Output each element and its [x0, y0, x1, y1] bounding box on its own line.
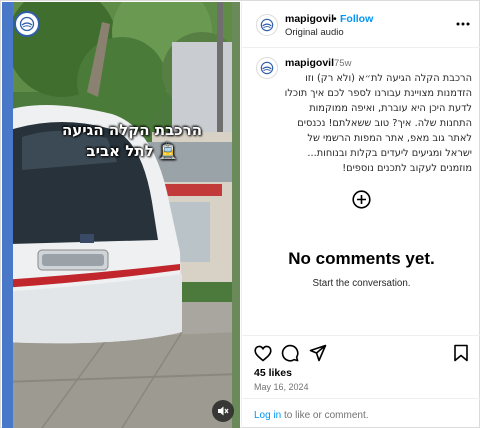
post-media[interactable]: הרכבת הקלה הגיעה 🚊 לתל אביב	[2, 2, 240, 428]
video-caption-overlay: הרכבת הקלה הגיעה 🚊 לתל אביב	[32, 120, 232, 162]
login-prompt: Log in to like or comment.	[242, 398, 480, 428]
share-button[interactable]	[308, 343, 328, 363]
share-icon	[309, 344, 327, 362]
post-header: mapigovil • Follow Original audio	[242, 2, 480, 48]
post-caption: mapigovil 75w הרכבת הקלה הגיעה לת״א (ולא…	[242, 49, 480, 209]
heart-icon	[254, 345, 272, 362]
save-button[interactable]	[451, 343, 471, 363]
comment-icon	[281, 344, 299, 362]
avatar[interactable]	[256, 57, 278, 79]
bookmark-icon	[454, 344, 468, 362]
login-link[interactable]: Log in	[254, 410, 281, 421]
avatar[interactable]	[256, 14, 278, 36]
post-details-panel: mapigovil • Follow Original audio mapigo…	[241, 2, 480, 428]
post-actions: 45 likes May 16, 2024 Log in to like or …	[242, 335, 480, 427]
overlay-line-1: הרכבת הקלה הגיעה	[61, 121, 203, 139]
like-button[interactable]	[253, 343, 273, 363]
login-rest-text: to like or comment.	[281, 410, 369, 421]
start-conversation-text: Start the conversation.	[312, 278, 411, 289]
no-comments-title: No comments yet.	[288, 249, 435, 268]
separator-dot: •	[333, 13, 337, 25]
caption-username[interactable]: mapigovil	[285, 57, 334, 69]
more-horizontal-icon	[456, 22, 470, 26]
tram-photo	[2, 2, 240, 428]
brand-logo-icon	[260, 61, 274, 75]
speaker-muted-icon	[218, 406, 229, 416]
overlay-line-2: 🚊 לתל אביב	[86, 142, 178, 160]
audio-label[interactable]: Original audio	[285, 27, 344, 38]
video-edge-band	[2, 2, 13, 428]
brand-logo-icon	[260, 18, 274, 32]
follow-button[interactable]: Follow	[340, 13, 373, 25]
caption-text: הרכבת הקלה הגיעה לת״א (ולא רק) וזו הזדמנ…	[284, 73, 472, 174]
plus-circle-icon	[352, 190, 371, 209]
post-timestamp[interactable]: 75w	[334, 58, 351, 69]
post-date[interactable]: May 16, 2024	[254, 382, 309, 392]
header-username[interactable]: mapigovil	[285, 13, 334, 25]
post-frame: הרכבת הקלה הגיעה 🚊 לתל אביב mapigovil • …	[0, 0, 480, 428]
mute-button[interactable]	[212, 400, 234, 422]
brand-logo-icon	[14, 11, 40, 37]
login-prompt-text: Log in to like or comment.	[254, 410, 369, 421]
comment-button[interactable]	[280, 343, 300, 363]
more-options-button[interactable]	[453, 14, 473, 34]
likes-count[interactable]: 45 likes	[254, 367, 292, 379]
add-comment-button[interactable]	[352, 190, 371, 209]
